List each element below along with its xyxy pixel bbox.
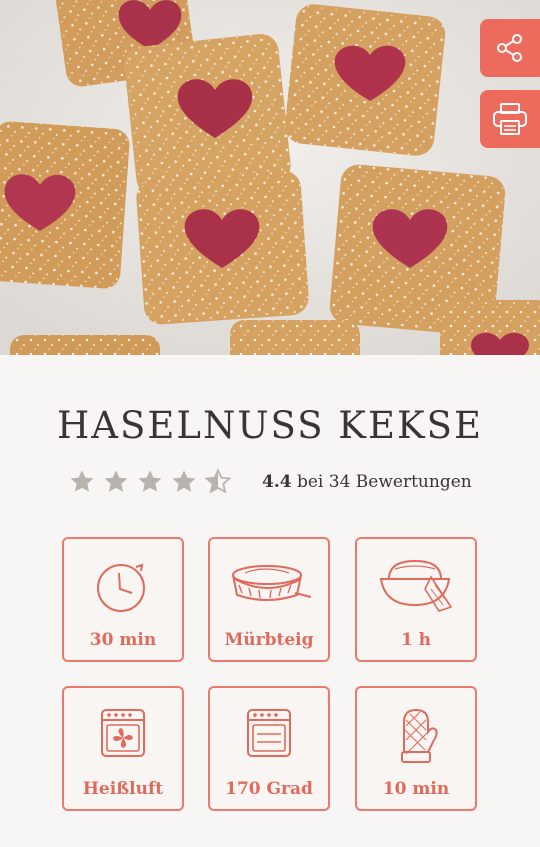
star-full-icon xyxy=(104,470,128,492)
print-button[interactable] xyxy=(480,90,540,148)
rating-row[interactable]: 4.4 bei 34 Bewertungen xyxy=(68,467,472,497)
star-full-icon xyxy=(172,470,196,492)
share-button[interactable] xyxy=(480,19,540,77)
star-full-icon xyxy=(70,470,94,492)
info-tile-bake-time: 10 min xyxy=(355,686,477,811)
info-tile-oven-mode: Heißluft xyxy=(62,686,184,811)
info-tile-dough: Mürbteig xyxy=(208,537,330,662)
info-tile-temperature: 170 Grad xyxy=(208,686,330,811)
star-half-icon xyxy=(204,468,232,494)
share-icon xyxy=(497,34,522,62)
star-full-icon xyxy=(138,470,162,492)
rating-count: bei 34 Bewertungen xyxy=(296,472,472,492)
info-tile-prep-time: 30 min xyxy=(62,537,184,662)
rating-value: 4.4 xyxy=(262,472,292,492)
info-tile-label: Mürbteig xyxy=(224,630,314,650)
oven-temperature-icon xyxy=(247,709,291,757)
printer-icon xyxy=(493,103,527,135)
info-tile-label: 10 min xyxy=(382,779,450,799)
recipe-photo xyxy=(0,0,540,355)
info-tile-label: Heißluft xyxy=(82,779,164,799)
oven-mitt-icon xyxy=(401,708,438,763)
rating-stars[interactable] xyxy=(68,468,232,496)
info-tile-rest-time: 1 h xyxy=(355,537,477,662)
oven-fan-icon xyxy=(101,709,145,757)
rating-summary: 4.4 bei 34 Bewertungen xyxy=(262,472,472,492)
pie-dough-icon xyxy=(232,565,312,601)
recipe-title: HASELNUSS KEKSE xyxy=(57,404,483,447)
timer-icon xyxy=(97,563,145,612)
info-tile-label: 30 min xyxy=(89,630,157,650)
dough-bowl-icon xyxy=(379,559,453,612)
info-tile-label: 1 h xyxy=(400,630,432,650)
recipe-details: HASELNUSS KEKSE 4.4 bei 34 Bewertungen 3… xyxy=(0,355,540,847)
info-tile-label: 170 Grad xyxy=(225,779,313,799)
cookies-illustration xyxy=(0,0,540,355)
